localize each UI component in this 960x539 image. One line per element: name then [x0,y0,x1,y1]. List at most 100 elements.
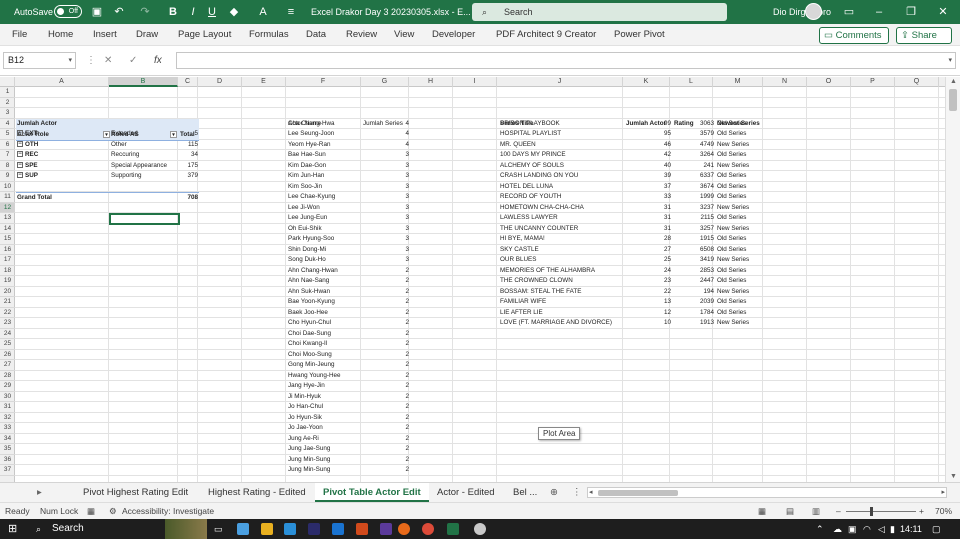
menu-power-pivot[interactable]: Power Pivot [614,24,665,46]
row-header-31[interactable]: 31 [0,402,15,413]
ribbon-display-icon[interactable]: ▭ [834,0,864,24]
column-header-j[interactable]: J [497,77,623,87]
taskbar-search-icon[interactable]: ⌕ [36,519,41,539]
collapse-icon[interactable]: − [17,161,23,168]
avatar[interactable] [805,3,822,20]
row-header-24[interactable]: 24 [0,329,15,339]
windows-start-icon[interactable]: ⊞ [8,519,17,539]
menu-home[interactable]: Home [48,24,73,46]
row-header-11[interactable]: 11 [0,192,15,203]
pivot-row-code[interactable]: − SPE [16,161,110,172]
expand-formula-icon[interactable]: ▾ [948,53,952,68]
row-header-17[interactable]: 17 [0,255,15,266]
menu-pdf-architect[interactable]: PDF Architect 9 Creator [496,24,596,46]
name-box[interactable]: B12 ▾ [3,52,76,69]
tab-pivot-highest-rating-edit[interactable]: Pivot Highest Rating Edit [75,483,196,502]
wifi-icon[interactable]: ◠ [863,519,871,539]
column-header-h[interactable]: H [409,77,453,87]
bold-icon[interactable]: B [164,3,182,21]
powerpoint-icon[interactable] [356,523,368,535]
row-header-29[interactable]: 29 [0,381,15,392]
font-color-icon[interactable]: A [254,3,272,21]
collapse-icon[interactable]: − [17,130,23,137]
row-header-8[interactable]: 8 [0,161,15,171]
tab-pivot-table-actor-edit[interactable]: Pivot Table Actor Edit [315,483,429,502]
column-header-c[interactable]: C [178,77,198,87]
taskbar-search[interactable]: Search [52,519,84,539]
underline-icon[interactable]: U [203,3,221,21]
row-header-37[interactable]: 37 [0,465,15,476]
menu-formulas[interactable]: Formulas [249,24,289,46]
selected-cell[interactable] [109,212,180,225]
italic-icon[interactable]: I [184,3,202,21]
collapse-icon[interactable]: − [17,172,23,179]
row-header-2[interactable]: 2 [0,98,15,108]
row-header-19[interactable]: 19 [0,276,15,287]
minimize-icon[interactable]: – [864,0,894,24]
column-header-g[interactable]: G [361,77,409,87]
tab-bel[interactable]: Bel ... [505,483,545,502]
zoom-level[interactable]: 70% [935,503,952,520]
collapse-icon[interactable]: − [17,151,23,158]
enter-icon[interactable]: ✓ [129,52,137,69]
horizontal-scrollbar[interactable]: ◂ ▸ [587,487,947,498]
row-header-15[interactable]: 15 [0,234,15,245]
column-header-n[interactable]: N [763,77,807,87]
horizontal-scroll-thumb[interactable] [598,490,678,496]
row-header-35[interactable]: 35 [0,444,15,455]
column-header-p[interactable]: P [851,77,895,87]
page-layout-view-icon[interactable]: ▤ [786,503,794,520]
insert-function-icon[interactable]: fx [154,52,162,69]
scroll-left-icon[interactable]: ◂ [589,488,593,497]
tab-scroll-right-icon[interactable]: ▸ [37,483,42,502]
menu-draw[interactable]: Draw [136,24,158,46]
customize-toolbar-icon[interactable]: ≡ [282,3,300,21]
row-header-10[interactable]: 10 [0,182,15,192]
column-header-b[interactable]: B [109,77,178,87]
row-header-14[interactable]: 14 [0,224,15,234]
column-header-e[interactable]: E [242,77,286,87]
vertical-scrollbar[interactable]: ▲ ▼ [945,77,960,482]
scroll-up-icon[interactable]: ▲ [946,77,960,87]
fill-color-icon[interactable]: ◆ [225,3,243,21]
row-header-16[interactable]: 16 [0,245,15,255]
pivot-row-code[interactable]: − OTH [16,140,110,151]
row-header-32[interactable]: 32 [0,413,15,423]
more-options-icon[interactable]: ⋮ [86,52,96,69]
teams-icon[interactable] [380,523,392,535]
undo-icon[interactable]: ↶ [110,3,128,21]
column-header-m[interactable]: M [713,77,763,87]
menu-developer[interactable]: Developer [432,24,475,46]
column-header-k[interactable]: K [623,77,670,87]
file-explorer-icon[interactable] [261,523,273,535]
tab-actor-edited[interactable]: Actor - Edited [429,483,503,502]
row-header-1[interactable]: 1 [0,87,15,98]
row-header-26[interactable]: 26 [0,350,15,360]
row-header-20[interactable]: 20 [0,287,15,297]
search-box[interactable]: ⌕ Search [472,3,727,21]
pivot-row-code[interactable]: − SUP [16,171,110,182]
scroll-down-icon[interactable]: ▼ [946,472,960,482]
page-break-view-icon[interactable]: ▥ [812,503,820,520]
row-header-9[interactable]: 9 [0,171,15,182]
excel-icon[interactable] [447,523,459,535]
store-icon[interactable] [308,523,320,535]
close-icon[interactable]: ✕ [928,0,958,24]
comments-button[interactable]: ▭ Comments [819,27,889,44]
share-button[interactable]: ⇪ Share [896,27,952,44]
row-header-27[interactable]: 27 [0,360,15,371]
add-sheet-icon[interactable]: ⊕ [550,483,558,502]
column-header-d[interactable]: D [198,77,242,87]
app-icon[interactable] [474,523,486,535]
vertical-scroll-thumb[interactable] [949,89,957,111]
accessibility-icon[interactable]: ⚙ [109,503,117,520]
tray-app-icon[interactable]: ▣ [848,519,857,539]
menu-view[interactable]: View [394,24,414,46]
redo-icon[interactable]: ↷ [136,3,154,21]
macro-record-icon[interactable]: ▦ [87,503,95,520]
menu-file[interactable]: File [12,24,27,46]
clock-time[interactable]: 14:11 [900,519,922,539]
battery-icon[interactable]: ▮ [890,519,895,539]
menu-page-layout[interactable]: Page Layout [178,24,231,46]
network-icon[interactable]: ☁ [833,519,842,539]
